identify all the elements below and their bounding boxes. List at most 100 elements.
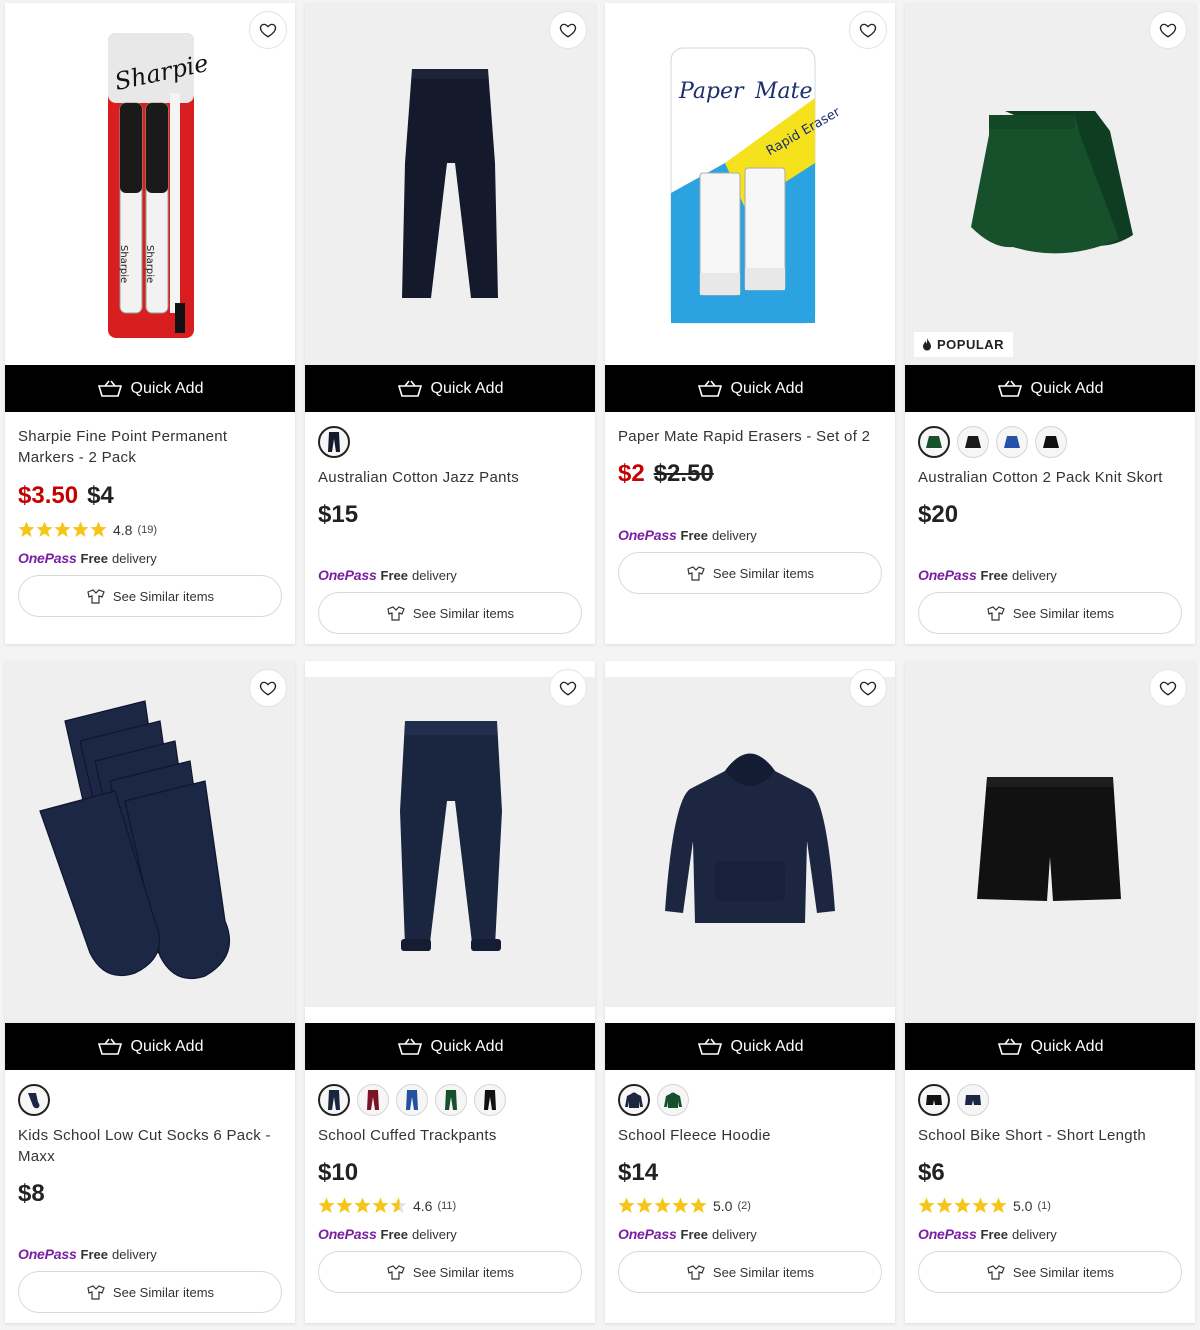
- swatch-maroon-trackpants[interactable]: [357, 1084, 389, 1116]
- price: $8: [18, 1180, 45, 1207]
- svg-text:Sharpie: Sharpie: [144, 245, 155, 283]
- swatch-green-skort[interactable]: [918, 426, 950, 458]
- swatch-navy-socks[interactable]: [18, 1084, 50, 1116]
- swatch-blue-trackpants[interactable]: [396, 1084, 428, 1116]
- swatch-black-skort-2[interactable]: [1035, 426, 1067, 458]
- rating: 4.8 (19): [18, 521, 282, 538]
- onepass-logo: OnePass: [18, 550, 77, 566]
- product-image[interactable]: [605, 661, 895, 1023]
- see-similar-button[interactable]: See Similar items: [18, 1271, 282, 1313]
- see-similar-button[interactable]: See Similar items: [918, 1251, 1182, 1293]
- see-similar-label: See Similar items: [712, 1264, 815, 1280]
- product-card[interactable]: Quick Add Australian Cotton Jazz Pants $…: [305, 3, 595, 644]
- price-row: $2 $2.50: [618, 460, 882, 488]
- rating-value: 5.0: [1013, 1197, 1033, 1214]
- quick-add-button[interactable]: Quick Add: [905, 1023, 1195, 1070]
- swatch-green-hoodie[interactable]: [657, 1084, 689, 1116]
- delivery-label: delivery: [712, 528, 757, 543]
- green-skort-image: [971, 111, 1133, 254]
- product-card[interactable]: Quick Add Kids School Low Cut Socks 6 Pa…: [5, 661, 295, 1323]
- sale-price: $3.50: [18, 482, 79, 509]
- navy-hoodie-image: [665, 753, 835, 923]
- product-title[interactable]: School Bike Short - Short Length: [918, 1125, 1182, 1146]
- product-image[interactable]: [5, 661, 295, 1023]
- swatch-navy-pants[interactable]: [318, 426, 350, 458]
- free-label: Free: [380, 568, 408, 583]
- see-similar-button[interactable]: See Similar items: [618, 1251, 882, 1293]
- skort-icon: [1043, 436, 1059, 448]
- price-row: $14: [618, 1159, 882, 1187]
- see-similar-button[interactable]: See Similar items: [318, 592, 582, 634]
- product-image[interactable]: [305, 661, 595, 1023]
- product-image[interactable]: [905, 661, 1195, 1023]
- see-similar-label: See Similar items: [1012, 1264, 1115, 1280]
- swatch-navy-trackpants[interactable]: [318, 1084, 350, 1116]
- image-frame-top: [605, 661, 895, 677]
- quick-add-button[interactable]: Quick Add: [905, 365, 1195, 412]
- product-card[interactable]: Sharpie Sharpie Sharpie Quick Add Sharpi…: [5, 3, 295, 644]
- color-swatches: [18, 1084, 282, 1116]
- wishlist-button[interactable]: [849, 11, 887, 49]
- swatch-black-trackpants[interactable]: [474, 1084, 506, 1116]
- see-similar-button[interactable]: See Similar items: [318, 1251, 582, 1293]
- product-card[interactable]: Paper Mate Rapid Eraser Quick Add Paper …: [605, 3, 895, 644]
- quick-add-label: Quick Add: [730, 1037, 804, 1055]
- quick-add-button[interactable]: Quick Add: [605, 1023, 895, 1070]
- quick-add-button[interactable]: Quick Add: [5, 1023, 295, 1070]
- product-image[interactable]: POPULAR: [905, 3, 1195, 365]
- quick-add-button[interactable]: Quick Add: [605, 365, 895, 412]
- product-title[interactable]: School Cuffed Trackpants: [318, 1125, 582, 1146]
- onepass-logo: OnePass: [618, 527, 677, 543]
- product-image[interactable]: Paper Mate Rapid Eraser: [605, 3, 895, 365]
- swatch-black-skort[interactable]: [957, 426, 989, 458]
- price: $6: [918, 1159, 945, 1186]
- wishlist-button[interactable]: [249, 669, 287, 707]
- product-card[interactable]: Quick Add School Fleece Hoodie $14 5.0 (…: [605, 661, 895, 1323]
- similar-items-icon: [87, 1285, 105, 1300]
- product-title[interactable]: Sharpie Fine Point Permanent Markers - 2…: [18, 426, 282, 468]
- swatch-blue-skort[interactable]: [996, 426, 1028, 458]
- product-card[interactable]: Quick Add School Cuffed Trackpants $10 4…: [305, 661, 595, 1323]
- product-image[interactable]: Sharpie Sharpie Sharpie: [5, 3, 295, 365]
- onepass-delivery: OnePass Free delivery: [18, 550, 282, 566]
- delivery-label: delivery: [112, 551, 157, 566]
- product-image[interactable]: [305, 3, 595, 365]
- quick-add-button[interactable]: Quick Add: [5, 365, 295, 412]
- popular-label: POPULAR: [937, 337, 1005, 352]
- see-similar-button[interactable]: See Similar items: [618, 552, 882, 594]
- onepass-delivery: OnePass Free delivery: [318, 1226, 582, 1242]
- swatch-navy-short[interactable]: [957, 1084, 989, 1116]
- wishlist-button[interactable]: [849, 669, 887, 707]
- swatch-black-short[interactable]: [918, 1084, 950, 1116]
- see-similar-button[interactable]: See Similar items: [18, 575, 282, 617]
- basket-icon: [97, 380, 122, 397]
- product-title[interactable]: Paper Mate Rapid Erasers - Set of 2: [618, 426, 882, 447]
- wishlist-button[interactable]: [549, 11, 587, 49]
- skort-icon: [965, 436, 981, 448]
- basket-icon: [397, 1038, 422, 1055]
- hoodie-icon: [625, 1092, 643, 1108]
- price: $10: [318, 1159, 359, 1186]
- product-card[interactable]: POPULAR Quick Add Australian Cotton 2 Pa…: [905, 3, 1195, 644]
- product-title[interactable]: Australian Cotton Jazz Pants: [318, 467, 582, 488]
- swatch-green-trackpants[interactable]: [435, 1084, 467, 1116]
- product-title[interactable]: Kids School Low Cut Socks 6 Pack - Maxx: [18, 1125, 282, 1167]
- onepass-logo: OnePass: [618, 1226, 677, 1242]
- product-title[interactable]: Australian Cotton 2 Pack Knit Skort: [918, 467, 1182, 488]
- quick-add-button[interactable]: Quick Add: [305, 365, 595, 412]
- wishlist-button[interactable]: [549, 669, 587, 707]
- product-title[interactable]: School Fleece Hoodie: [618, 1125, 882, 1146]
- product-card[interactable]: Quick Add School Bike Short - Short Leng…: [905, 661, 1195, 1323]
- swatch-navy-hoodie[interactable]: [618, 1084, 650, 1116]
- quick-add-label: Quick Add: [130, 379, 204, 397]
- shorts-icon: [926, 1095, 942, 1105]
- wishlist-button[interactable]: [249, 11, 287, 49]
- wishlist-button[interactable]: [1149, 11, 1187, 49]
- similar-items-icon: [387, 1265, 405, 1280]
- wishlist-button[interactable]: [1149, 669, 1187, 707]
- quick-add-button[interactable]: Quick Add: [305, 1023, 595, 1070]
- price-row: $15: [318, 501, 582, 529]
- see-similar-button[interactable]: See Similar items: [918, 592, 1182, 634]
- pants-icon: [484, 1090, 496, 1110]
- svg-text:Paper: Paper: [678, 79, 745, 104]
